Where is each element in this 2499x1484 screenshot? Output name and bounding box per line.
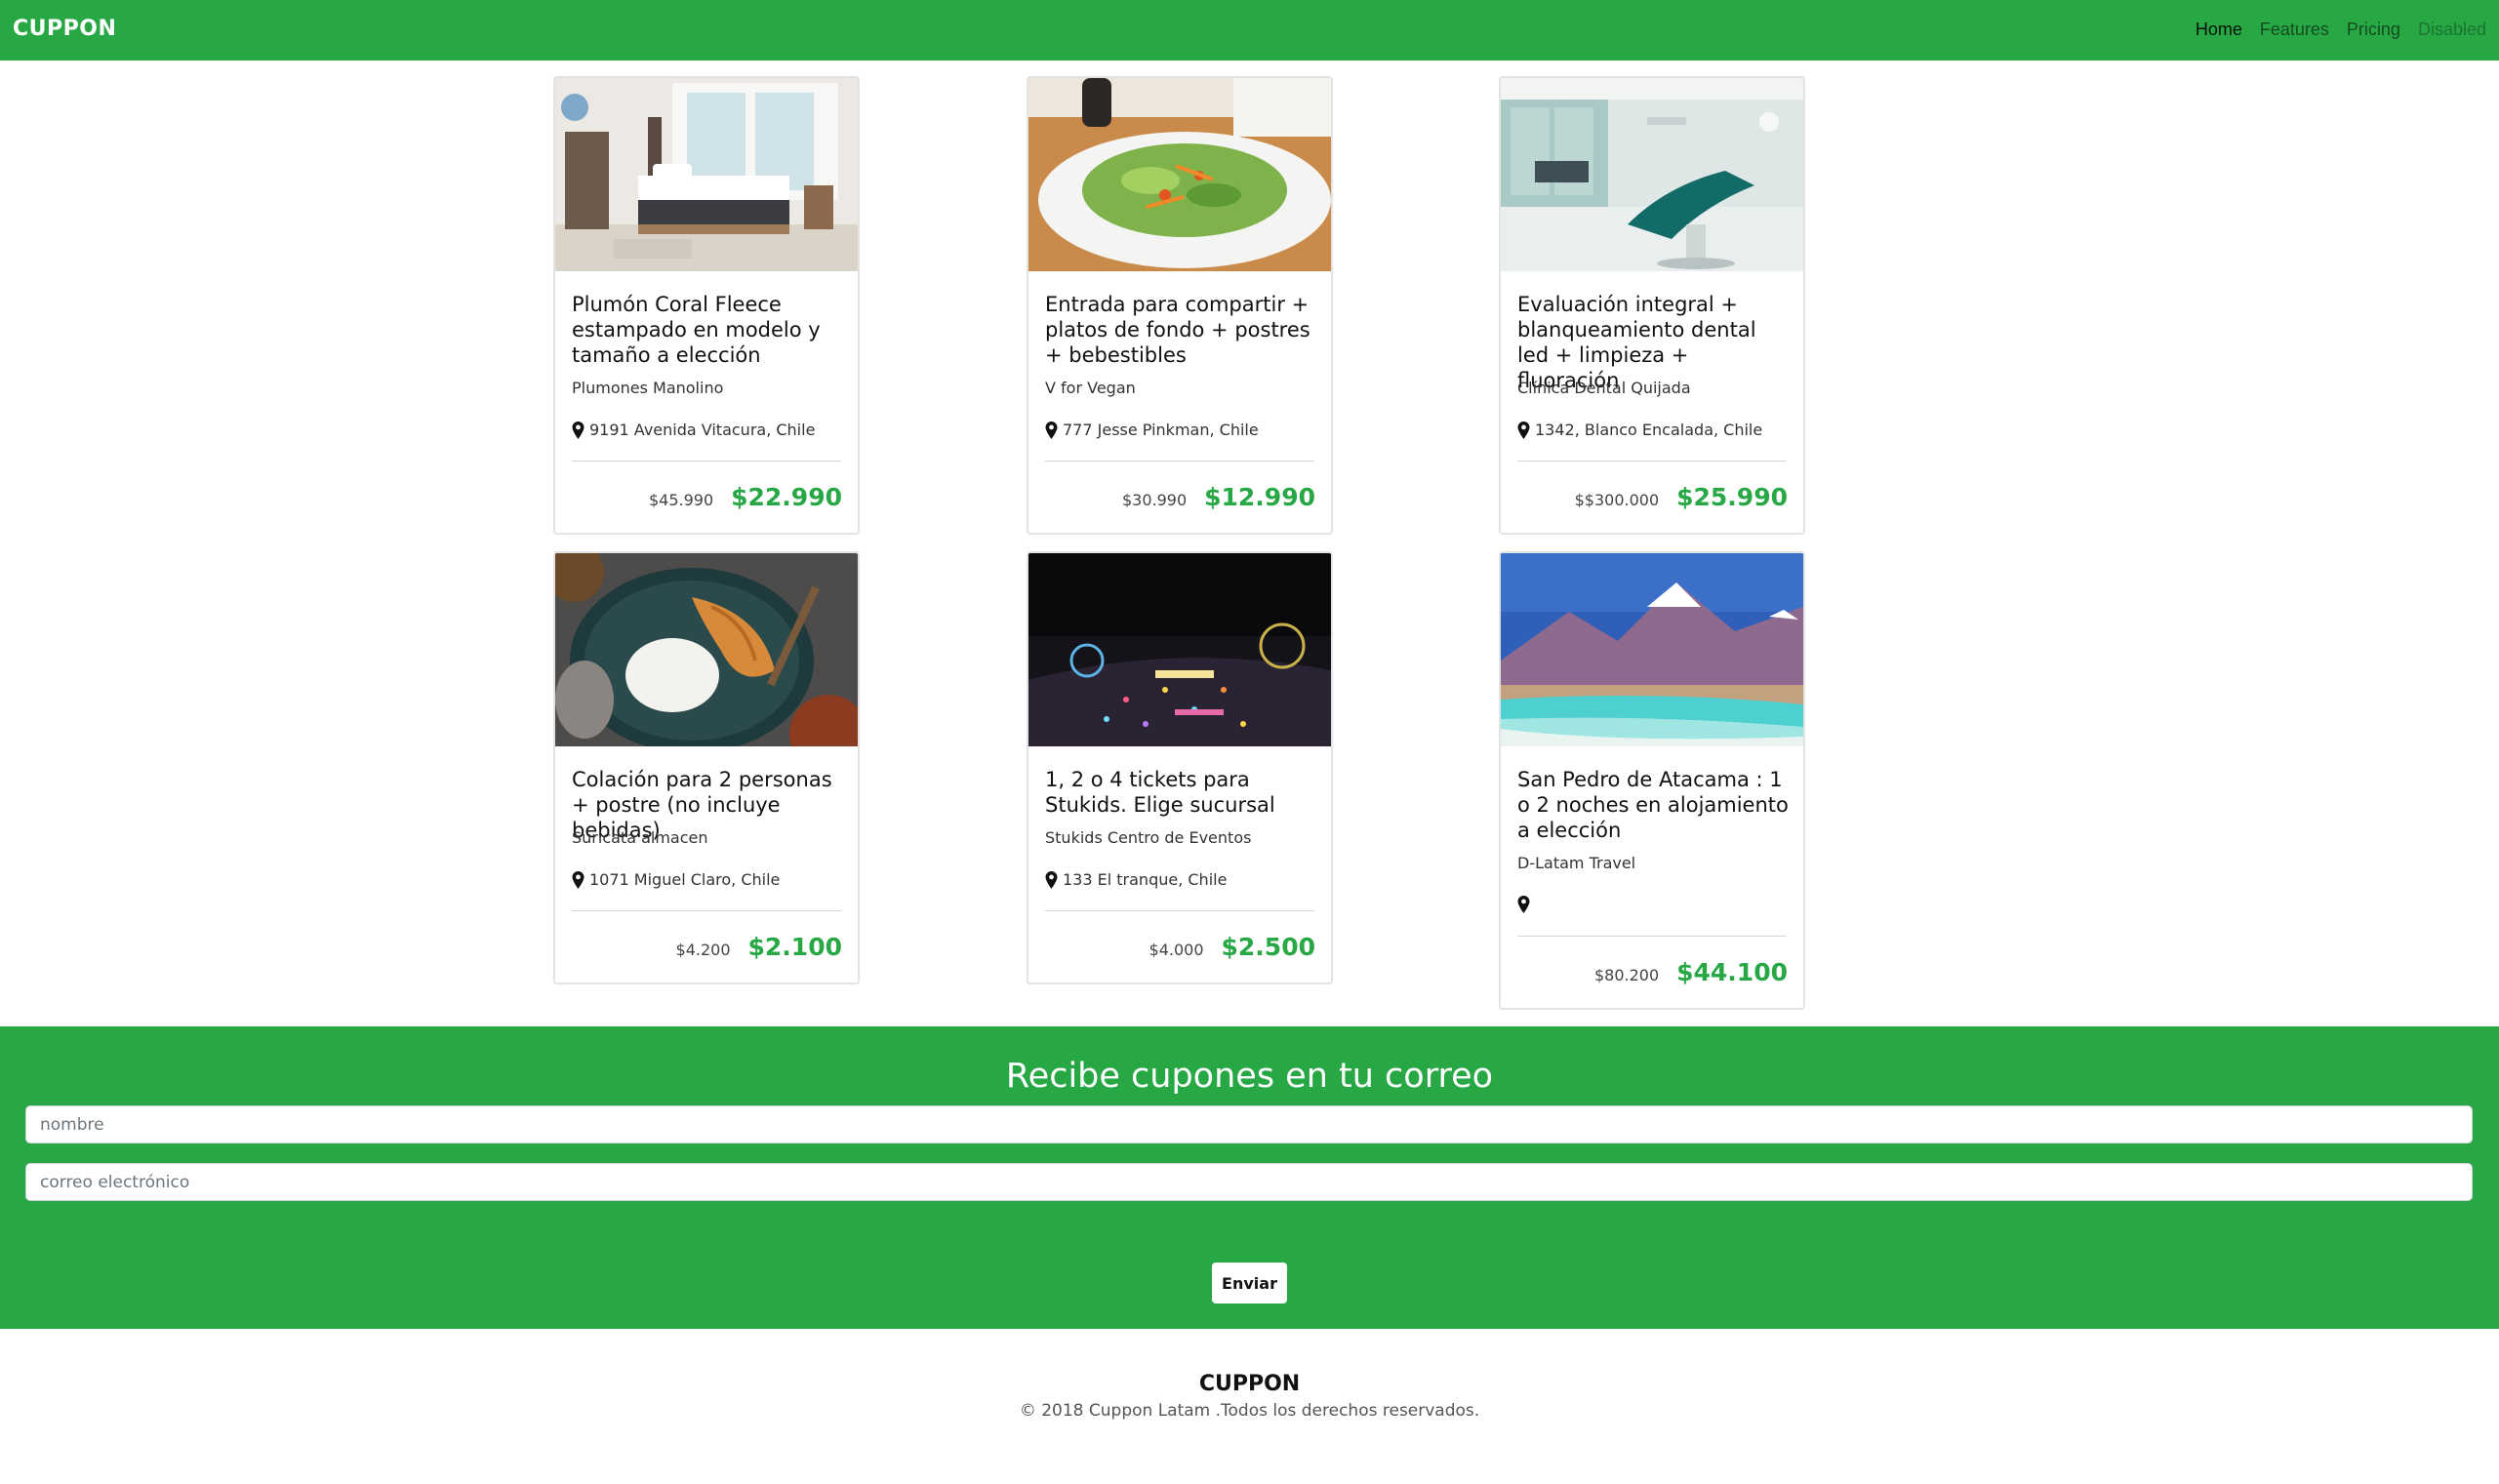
coupon-card[interactable]: Plumón Coral Fleece estampado en modelo … xyxy=(553,76,860,535)
navbar: CUPPON Home Features Pricing Disabled xyxy=(0,0,2499,60)
coupon-card[interactable]: Entrada para compartir + platos de fondo… xyxy=(1027,76,1333,535)
salad-photo[interactable] xyxy=(1028,78,1331,271)
nav-link-pricing[interactable]: Pricing xyxy=(2338,20,2409,40)
card-company: V for Vegan xyxy=(1045,379,1136,397)
card-address-text: 777 Jesse Pinkman, Chile xyxy=(1063,421,1259,439)
card-address xyxy=(1517,896,1535,913)
rice-chicken-photo[interactable] xyxy=(555,553,858,746)
card-divider xyxy=(1517,936,1787,937)
map-pin-icon xyxy=(1517,896,1530,913)
card-prices: $$300.000 $25.990 xyxy=(1575,483,1788,511)
new-price: $2.100 xyxy=(747,933,842,961)
card-title[interactable]: Plumón Coral Fleece estampado en modelo … xyxy=(572,292,845,368)
coupon-card[interactable]: 1, 2 o 4 tickets para Stukids. Elige suc… xyxy=(1027,551,1333,984)
card-prices: $45.990 $22.990 xyxy=(649,483,842,511)
bedroom-photo[interactable] xyxy=(555,78,858,271)
card-title[interactable]: San Pedro de Atacama : 1 o 2 noches en a… xyxy=(1517,767,1791,843)
card-address: 133 El tranque, Chile xyxy=(1045,870,1227,889)
card-company: Plumones Manolino xyxy=(572,379,724,397)
coupon-card[interactable]: San Pedro de Atacama : 1 o 2 noches en a… xyxy=(1499,551,1805,1010)
atacama-lake-photo[interactable] xyxy=(1501,553,1803,746)
card-address-text: 1071 Miguel Claro, Chile xyxy=(589,870,781,889)
card-address-text: 9191 Avenida Vitacura, Chile xyxy=(589,421,816,439)
card-address: 1342, Blanco Encalada, Chile xyxy=(1517,421,1762,439)
coupon-card[interactable]: Colación para 2 personas + postre (no in… xyxy=(553,551,860,984)
nav-link-disabled: Disabled xyxy=(2417,20,2486,39)
nav-link-features[interactable]: Features xyxy=(2251,20,2338,40)
map-pin-icon xyxy=(572,870,584,889)
dental-clinic-photo[interactable] xyxy=(1501,78,1803,271)
email-input[interactable] xyxy=(25,1163,2473,1201)
map-pin-icon xyxy=(1517,421,1530,439)
card-address: 9191 Avenida Vitacura, Chile xyxy=(572,421,815,439)
send-button[interactable]: Enviar xyxy=(1212,1263,1287,1304)
card-title[interactable]: Entrada para compartir + platos de fondo… xyxy=(1045,292,1318,368)
new-price: $25.990 xyxy=(1676,483,1788,511)
old-price: $80.200 xyxy=(1593,966,1660,984)
old-price: $30.990 xyxy=(1121,491,1188,509)
nav-link-home[interactable]: Home xyxy=(2187,20,2251,40)
night-fair-photo[interactable] xyxy=(1028,553,1331,746)
card-address-text: 133 El tranque, Chile xyxy=(1063,870,1228,889)
map-pin-icon xyxy=(572,421,584,439)
card-prices: $30.990 $12.990 xyxy=(1122,483,1315,511)
card-title[interactable]: 1, 2 o 4 tickets para Stukids. Elige suc… xyxy=(1045,767,1318,818)
subscribe-title: Recibe cupones en tu correo xyxy=(1005,1057,1494,1096)
map-pin-icon xyxy=(1045,421,1058,439)
new-price: $12.990 xyxy=(1204,483,1315,511)
old-price: $4.200 xyxy=(675,941,731,959)
subscribe-section: Recibe cupones en tu correo Enviar xyxy=(0,1026,2499,1329)
navbar-brand[interactable]: CUPPON xyxy=(13,17,116,41)
name-input[interactable] xyxy=(25,1105,2473,1143)
card-company: Suricata almacen xyxy=(572,828,708,847)
card-company: D-Latam Travel xyxy=(1517,854,1636,872)
card-divider xyxy=(572,910,841,911)
card-address: 777 Jesse Pinkman, Chile xyxy=(1045,421,1259,439)
card-company: Clínica Dental Quijada xyxy=(1517,379,1691,397)
card-prices: $80.200 $44.100 xyxy=(1594,958,1788,986)
footer-copyright: © 2018 Cuppon Latam .Todos los derechos … xyxy=(1019,1401,1480,1421)
old-price: $45.990 xyxy=(648,491,714,509)
map-pin-icon xyxy=(1045,870,1058,889)
card-company: Stukids Centro de Eventos xyxy=(1045,828,1252,847)
card-divider xyxy=(1045,910,1314,911)
card-address: 1071 Miguel Claro, Chile xyxy=(572,870,780,889)
card-address-text: 1342, Blanco Encalada, Chile xyxy=(1535,421,1763,439)
new-price: $2.500 xyxy=(1221,933,1315,961)
card-prices: $4.200 $2.100 xyxy=(676,933,842,961)
old-price: $4.000 xyxy=(1149,941,1204,959)
nav-links: Home Features Pricing Disabled xyxy=(2187,20,2495,40)
new-price: $44.100 xyxy=(1676,958,1788,986)
old-price: $$300.000 xyxy=(1574,491,1660,509)
card-prices: $4.000 $2.500 xyxy=(1149,933,1315,961)
new-price: $22.990 xyxy=(731,483,842,511)
footer-brand: CUPPON xyxy=(1198,1372,1301,1396)
coupon-card[interactable]: Evaluación integral + blanqueamiento den… xyxy=(1499,76,1805,535)
